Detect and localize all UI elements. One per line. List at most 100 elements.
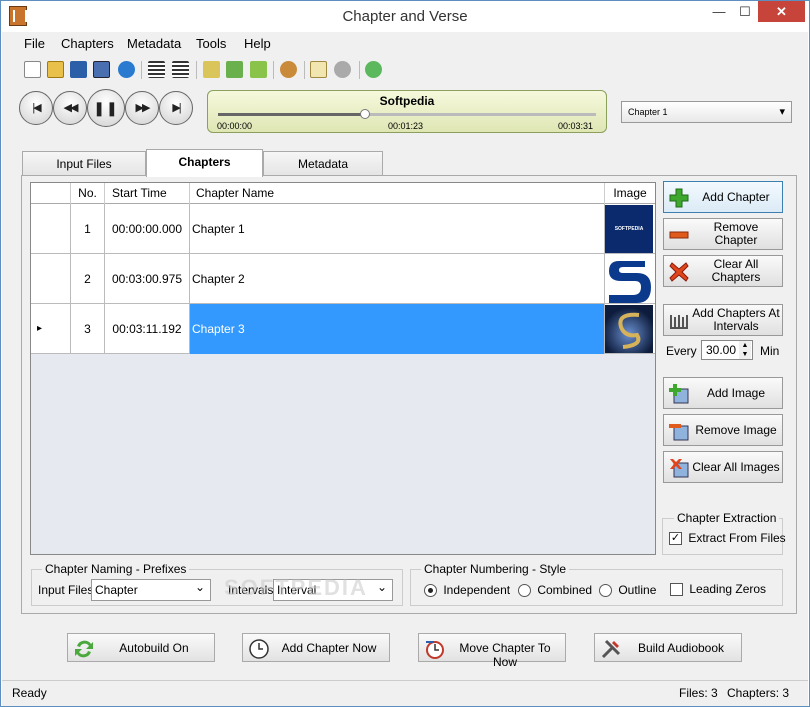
outline-radio[interactable]: Outline: [599, 583, 657, 598]
tag-up-icon[interactable]: [250, 61, 267, 78]
main-window: Chapter and Verse — ☐ ✕ File Chapters Me…: [0, 0, 810, 707]
column-chapter-name[interactable]: Chapter Name: [190, 183, 605, 204]
table-row[interactable]: 1 00:00:00.000 Chapter 1 SOFTPEDIA: [31, 204, 655, 254]
column-no[interactable]: No.: [71, 183, 105, 204]
cell-chapter-name[interactable]: Chapter 1: [190, 204, 605, 254]
table-row-selected[interactable]: ▸ 3 00:03:11.192 Chapter 3: [31, 304, 655, 354]
toolbar-separator: [359, 61, 360, 79]
cell-no: 1: [71, 204, 105, 254]
column-start-time[interactable]: Start Time: [105, 183, 190, 204]
close-button[interactable]: ✕: [758, 1, 805, 22]
toolbar-separator: [141, 61, 142, 79]
seek-handle[interactable]: [360, 109, 371, 119]
add-chapter-button[interactable]: Add Chapter: [663, 181, 783, 213]
menu-chapters[interactable]: Chapters: [61, 36, 114, 51]
sort-up-icon[interactable]: [172, 61, 189, 78]
remove-chapter-button[interactable]: Remove Chapter: [663, 218, 783, 250]
extract-from-files-checkbox[interactable]: ✓ Extract From Files: [669, 531, 786, 546]
chapter-image-thumbnail[interactable]: SOFTPEDIA: [605, 205, 653, 253]
minimize-button[interactable]: —: [706, 1, 732, 22]
menu-file[interactable]: File: [24, 36, 45, 51]
interval-minutes-stepper[interactable]: 30.00 ▲ ▼: [701, 340, 753, 360]
stepper-arrows-icon[interactable]: ▲ ▼: [739, 341, 751, 359]
menu-help[interactable]: Help: [244, 36, 271, 51]
autobuild-label: Autobuild On: [119, 641, 189, 655]
fast-forward-button[interactable]: ▶▶: [125, 91, 159, 125]
tab-chapters[interactable]: Chapters: [146, 149, 263, 177]
plus-icon: [669, 188, 689, 208]
save-as-icon[interactable]: [93, 61, 110, 78]
add-chapter-now-button[interactable]: Add Chapter Now: [242, 633, 390, 662]
menu-tools[interactable]: Tools: [196, 36, 226, 51]
player-bar: |◀ ◀◀ ❚❚ ▶▶ ▶| Softpedia 00:00:00 00:01:…: [2, 84, 808, 140]
cell-start-time[interactable]: 00:00:00.000: [105, 204, 190, 254]
move-chapter-to-now-button[interactable]: Move Chapter To Now: [418, 633, 566, 669]
menu-bar: File Chapters Metadata Tools Help: [2, 32, 808, 56]
save-icon[interactable]: [70, 61, 87, 78]
cell-start-time[interactable]: 00:03:00.975: [105, 254, 190, 304]
toolbar-separator: [273, 61, 274, 79]
outline-label: Outline: [618, 583, 657, 597]
logo-swirl-image: [618, 312, 641, 349]
cell-start-time[interactable]: 00:03:11.192: [105, 304, 190, 354]
tab-metadata[interactable]: Metadata: [263, 151, 383, 176]
clear-all-chapters-button[interactable]: Clear All Chapters: [663, 255, 783, 287]
update-icon[interactable]: [365, 61, 382, 78]
add-chapter-label: Add Chapter: [702, 189, 770, 204]
add-image-button[interactable]: Add Image: [663, 377, 783, 409]
previous-chapter-button[interactable]: |◀: [19, 91, 53, 125]
info-icon[interactable]: [118, 61, 135, 78]
track-title: Softpedia: [379, 94, 435, 108]
combined-radio[interactable]: Combined: [518, 583, 592, 598]
tag-down-icon[interactable]: [203, 61, 220, 78]
window-title: Chapter and Verse: [342, 8, 468, 25]
clear-all-images-button[interactable]: Clear All Images: [663, 451, 783, 483]
maximize-button[interactable]: ☐: [732, 1, 758, 22]
chapter-numbering-title: Chapter Numbering - Style: [421, 562, 570, 576]
build-audiobook-button[interactable]: Build Audiobook: [594, 633, 742, 662]
status-bar: Ready Files: 3 Chapters: 3: [2, 680, 808, 706]
remove-chapter-label: Remove Chapter: [713, 220, 759, 247]
status-text: Ready: [12, 686, 47, 700]
open-folder-icon[interactable]: [47, 61, 64, 78]
toolbar: [2, 56, 808, 84]
tag-refresh-icon[interactable]: [226, 61, 243, 78]
notes-icon[interactable]: [310, 61, 327, 78]
checkmark-icon: ✓: [669, 532, 682, 546]
move-clock-icon: [426, 641, 444, 659]
chapter-naming-title: Chapter Naming - Prefixes: [42, 562, 190, 576]
leading-zeros-checkbox[interactable]: Leading Zeros: [670, 582, 766, 597]
chapter-image-thumbnail[interactable]: [605, 305, 653, 353]
now-playing-display: Softpedia 00:00:00 00:01:23 00:03:31: [207, 90, 607, 133]
tab-input-files[interactable]: Input Files: [22, 151, 146, 176]
chapters-icon[interactable]: [280, 61, 297, 78]
tools-icon: [601, 639, 621, 659]
pause-button[interactable]: ❚❚: [87, 89, 125, 127]
row-marker: ▸: [31, 304, 71, 354]
remove-image-button[interactable]: Remove Image: [663, 414, 783, 446]
build-audiobook-label: Build Audiobook: [637, 641, 725, 655]
cell-chapter-name[interactable]: Chapter 3: [190, 304, 605, 354]
chapters-grid[interactable]: No. Start Time Chapter Name Image 1 00:0…: [30, 182, 656, 555]
chapter-select[interactable]: Chapter 1: [621, 101, 792, 123]
chapter-image-thumbnail[interactable]: [605, 255, 653, 303]
seek-bar[interactable]: [218, 109, 596, 119]
chapter-extraction-title: Chapter Extraction: [674, 511, 780, 525]
checkbox-icon: [670, 583, 683, 597]
new-file-icon[interactable]: [24, 61, 41, 78]
clear-all-chapters-label: Clear All Chapters: [711, 257, 761, 284]
radio-icon: [518, 584, 531, 598]
cell-chapter-name[interactable]: Chapter 2: [190, 254, 605, 304]
rewind-button[interactable]: ◀◀: [53, 91, 87, 125]
autobuild-button[interactable]: Autobuild On: [67, 633, 215, 662]
menu-metadata[interactable]: Metadata: [127, 36, 181, 51]
gear-icon[interactable]: [334, 61, 351, 78]
table-row[interactable]: 2 00:03:00.975 Chapter 2: [31, 254, 655, 304]
min-label: Min: [760, 344, 780, 358]
input-files-prefix-combo[interactable]: Chapter: [91, 579, 211, 601]
next-chapter-button[interactable]: ▶|: [159, 91, 193, 125]
column-image[interactable]: Image: [605, 183, 655, 204]
add-chapters-at-intervals-button[interactable]: Add Chapters At Intervals: [663, 304, 783, 336]
sort-down-icon[interactable]: [148, 61, 165, 78]
independent-radio[interactable]: Independent: [424, 583, 510, 598]
